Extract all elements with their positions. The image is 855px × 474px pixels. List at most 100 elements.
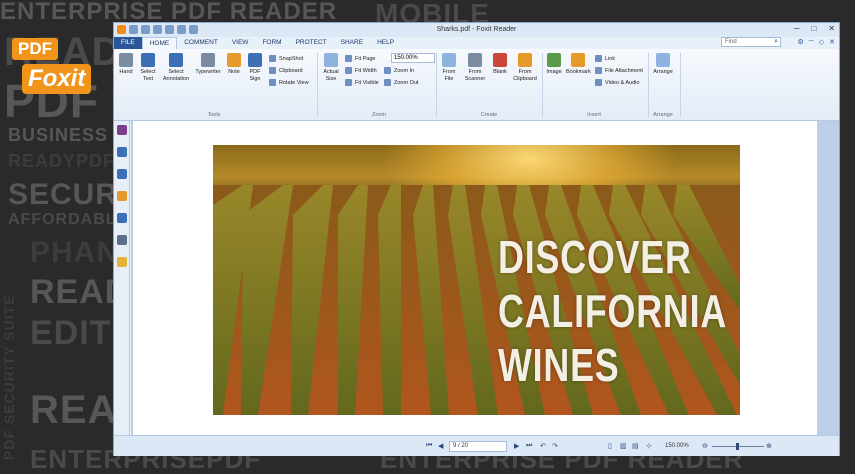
pdf-sign-button[interactable]: PDF Sign: [246, 53, 264, 82]
fit-page-button[interactable]: Fit Page: [345, 55, 375, 62]
hand-icon: [119, 53, 133, 67]
find-input[interactable]: Find ⌕: [721, 37, 781, 47]
page-number-field[interactable]: 9 / 20: [449, 441, 507, 452]
rotate-view-button[interactable]: Rotate View: [269, 79, 309, 86]
fit-page-label: Fit Page: [355, 55, 376, 62]
zoom-select-value: 150.00%: [394, 55, 418, 61]
file-attachment-button[interactable]: File Attachment: [595, 67, 643, 74]
headline: DISCOVER CALIFORNIA WINES: [498, 230, 727, 392]
bg-word: EDIT: [30, 314, 112, 352]
document-view[interactable]: DISCOVER CALIFORNIA WINES: [131, 121, 839, 439]
snapshot-button[interactable]: SnapShot: [269, 55, 303, 62]
tab-view[interactable]: VIEW: [225, 37, 256, 49]
from-scanner-button[interactable]: From Scanner: [462, 53, 488, 82]
actual-size-label: Actual Size: [323, 69, 339, 82]
attachments-panel-icon[interactable]: [117, 213, 127, 223]
headline-line: DISCOVER: [498, 231, 692, 283]
media-icon: [595, 79, 602, 86]
single-page-icon[interactable]: ▯: [608, 442, 612, 450]
zoom-in-icon[interactable]: ⊕: [766, 442, 772, 450]
fit-icon[interactable]: ⊹: [646, 442, 652, 450]
status-bar: ⏮ ◀ 9 / 20 ▶ ⏭ ↶ ↷ ▯ ▥ ▤ ⊹ 150.00% ⊖ ⊕: [114, 435, 839, 456]
search-icon[interactable]: ⌕: [774, 38, 778, 46]
tab-form[interactable]: FORM: [255, 37, 288, 49]
ribbon-divider: [317, 53, 318, 117]
close-doc-icon[interactable]: ✕: [829, 38, 835, 46]
clipboard-button[interactable]: Clipboard: [269, 67, 303, 74]
image-label: Image: [546, 69, 562, 75]
continuous-icon[interactable]: ▥: [620, 442, 627, 450]
tab-protect[interactable]: PROTECT: [289, 37, 334, 49]
insert-group-label: Insert: [587, 112, 601, 118]
fit-visible-button[interactable]: Fit Visible: [345, 79, 379, 86]
bg-word: READYPDF: [8, 151, 116, 171]
pen-icon: [248, 53, 262, 67]
from-scanner-label: From Scanner: [464, 69, 486, 82]
from-file-button[interactable]: From File: [440, 53, 458, 82]
next-page-icon[interactable]: ▶: [514, 442, 519, 450]
image-button[interactable]: Image: [545, 53, 563, 76]
fit-width-button[interactable]: Fit Width: [345, 67, 377, 74]
signatures-panel-icon[interactable]: [117, 235, 127, 245]
zoom-slider-thumb[interactable]: [736, 443, 739, 450]
pages-panel-icon[interactable]: [117, 147, 127, 157]
select-annotation-button[interactable]: Select Annotation: [162, 53, 190, 82]
maximize-icon[interactable]: □: [811, 24, 816, 33]
minimize-ribbon-icon[interactable]: ─: [809, 38, 814, 46]
arrange-button[interactable]: Arrange: [652, 53, 674, 76]
blank-button[interactable]: Blank: [492, 53, 508, 76]
facing-icon[interactable]: ▤: [632, 442, 639, 450]
video-audio-button[interactable]: Video & Audio: [595, 79, 639, 86]
zoom-select[interactable]: 150.00%: [391, 53, 435, 63]
pdf-page: DISCOVER CALIFORNIA WINES: [133, 121, 817, 439]
actual-size-button[interactable]: Actual Size: [321, 53, 341, 82]
paperclip-icon: [595, 67, 602, 74]
zoom-slider[interactable]: [712, 443, 764, 450]
image-icon: [547, 53, 561, 67]
bookmarks-panel-icon[interactable]: [117, 125, 127, 135]
hand-label: Hand: [119, 69, 133, 75]
zoom-in-label: Zoom In: [394, 67, 415, 74]
forward-view-icon[interactable]: ↷: [552, 442, 558, 450]
window-title: Sharks.pdf - Foxit Reader: [436, 26, 517, 33]
hand-button[interactable]: Hand: [118, 53, 134, 76]
tab-help[interactable]: HELP: [370, 37, 401, 49]
first-page-icon[interactable]: ⏮: [426, 442, 432, 450]
last-page-icon[interactable]: ⏭: [526, 442, 532, 450]
from-clipboard-button[interactable]: From Clipboard: [512, 53, 538, 82]
layers-panel-icon[interactable]: [117, 169, 127, 179]
minimize-icon[interactable]: ─: [794, 24, 800, 33]
settings-icon[interactable]: ⚙: [797, 38, 803, 46]
zoom-out-icon[interactable]: ⊖: [702, 442, 708, 450]
tools-group-label: Tools: [207, 112, 221, 118]
comments-panel-icon[interactable]: [117, 191, 127, 201]
zoom-out-button[interactable]: Zoom Out: [384, 79, 418, 86]
restore-icon[interactable]: ◇: [819, 38, 824, 46]
actual-size-icon: [324, 53, 338, 67]
tab-home[interactable]: HOME: [141, 37, 178, 49]
typewriter-button[interactable]: Typewriter: [194, 53, 222, 76]
ribbon-divider: [680, 53, 681, 117]
zoom-in-button[interactable]: Zoom In: [384, 67, 414, 74]
tab-share[interactable]: SHARE: [334, 37, 370, 49]
security-panel-icon[interactable]: [117, 257, 127, 267]
bookmark-button[interactable]: Bookmark: [566, 53, 591, 76]
note-label: Note: [228, 69, 240, 75]
back-view-icon[interactable]: ↶: [540, 442, 546, 450]
fit-width-icon: [345, 67, 352, 74]
clipboard-icon: [269, 67, 276, 74]
zoom-level: 150.00%: [665, 443, 689, 449]
bookmark-icon: [571, 53, 585, 67]
link-button[interactable]: Link: [595, 55, 615, 62]
note-button[interactable]: Note: [226, 53, 242, 76]
tab-file[interactable]: FILE: [114, 37, 142, 49]
typewriter-icon: [201, 53, 215, 67]
tab-comment[interactable]: COMMENT: [177, 37, 225, 49]
ribbon-right-controls: ⚙ ─ ◇ ✕: [797, 38, 835, 46]
select-text-button[interactable]: Select Text: [138, 53, 158, 82]
prev-page-icon[interactable]: ◀: [438, 442, 443, 450]
from-file-label: From File: [442, 69, 456, 82]
file-icon: [442, 53, 456, 67]
close-icon[interactable]: ✕: [828, 24, 835, 33]
zoom-out-icon: [384, 79, 391, 86]
